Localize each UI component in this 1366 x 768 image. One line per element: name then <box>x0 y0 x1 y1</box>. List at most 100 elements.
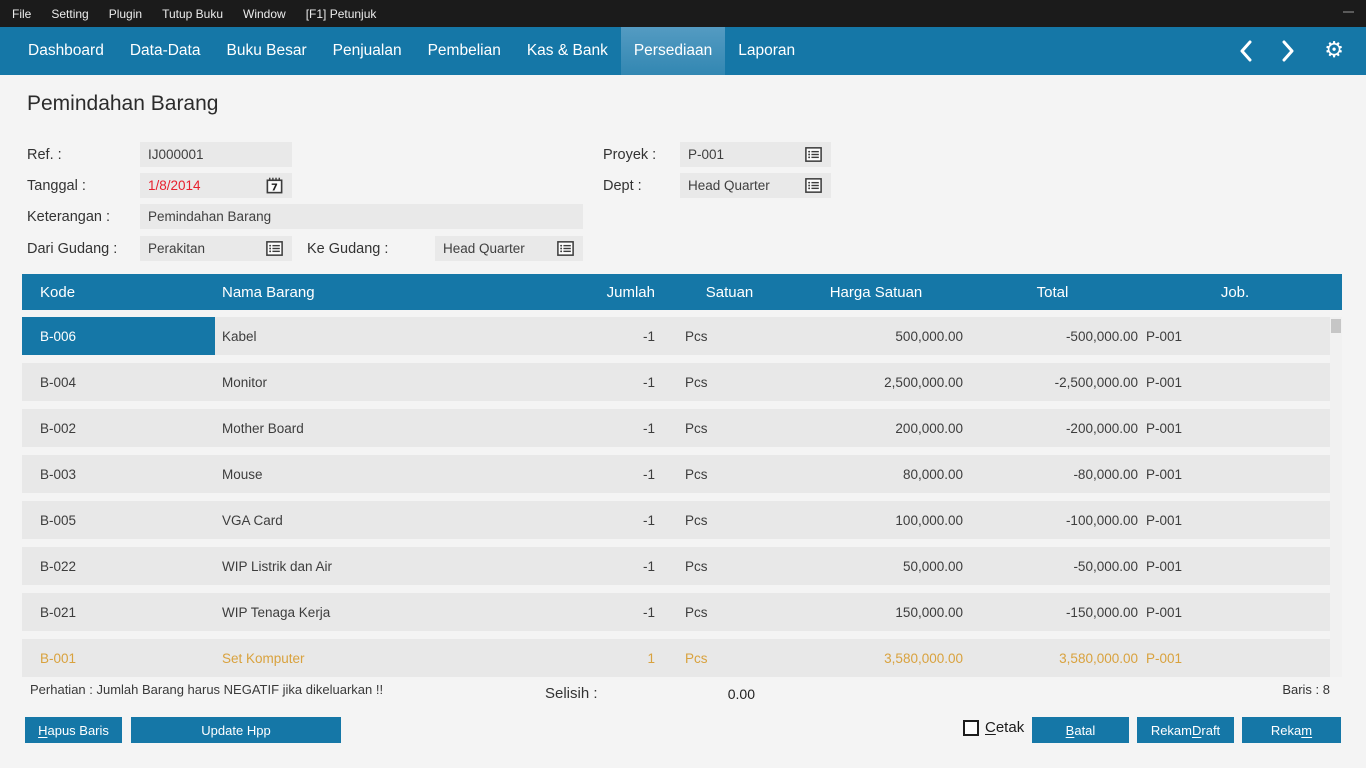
menu-item[interactable]: Window <box>233 7 296 21</box>
dept-input[interactable]: Head Quarter <box>680 173 831 198</box>
cell-total[interactable]: -100,000.00 <box>965 501 1140 539</box>
tanggal-input[interactable]: 1/8/2014 7 <box>140 173 292 198</box>
update-hpp-button[interactable]: Update Hpp <box>131 717 341 743</box>
cell-kode[interactable]: B-002 <box>22 409 215 447</box>
cell-harga-satuan[interactable]: 150,000.00 <box>787 593 965 631</box>
cell-kode[interactable]: B-021 <box>22 593 215 631</box>
cell-jumlah[interactable]: 1 <box>522 639 672 677</box>
batal-button[interactable]: Batal <box>1032 717 1129 743</box>
cell-jumlah[interactable]: -1 <box>522 363 672 401</box>
menu-item[interactable]: Plugin <box>99 7 152 21</box>
gear-icon[interactable]: ⚙ <box>1324 40 1344 62</box>
cell-job[interactable]: P-001 <box>1140 547 1330 585</box>
menu-item[interactable]: [F1] Petunjuk <box>296 7 387 21</box>
list-icon[interactable] <box>804 176 823 195</box>
menu-item[interactable]: File <box>2 7 41 21</box>
cell-satuan[interactable]: Pcs <box>672 593 787 631</box>
cell-harga-satuan[interactable]: 500,000.00 <box>787 317 965 355</box>
table-row[interactable]: B-002 Mother Board -1 Pcs 200,000.00 -20… <box>22 409 1330 447</box>
cell-satuan[interactable]: Pcs <box>672 455 787 493</box>
col-header-total[interactable]: Total <box>965 274 1140 310</box>
cell-harga-satuan[interactable]: 80,000.00 <box>787 455 965 493</box>
nav-tab[interactable]: Penjualan <box>320 27 415 75</box>
cetak-label[interactable]: Cetak <box>985 719 1024 736</box>
cell-harga-satuan[interactable]: 2,500,000.00 <box>787 363 965 401</box>
cell-total[interactable]: -500,000.00 <box>965 317 1140 355</box>
col-header-job[interactable]: Job. <box>1140 274 1330 310</box>
list-icon[interactable] <box>556 239 575 258</box>
scrollbar-thumb[interactable] <box>1331 319 1341 333</box>
cell-jumlah[interactable]: -1 <box>522 455 672 493</box>
cell-jumlah[interactable]: -1 <box>522 409 672 447</box>
cell-nama-barang[interactable]: Set Komputer <box>215 639 522 677</box>
list-icon[interactable] <box>804 145 823 164</box>
cell-total[interactable]: -200,000.00 <box>965 409 1140 447</box>
cell-kode[interactable]: B-005 <box>22 501 215 539</box>
cetak-checkbox[interactable] <box>963 720 979 736</box>
cell-nama-barang[interactable]: WIP Listrik dan Air <box>215 547 522 585</box>
cell-job[interactable]: P-001 <box>1140 455 1330 493</box>
nav-tab[interactable]: Pembelian <box>415 27 514 75</box>
col-header-kode[interactable]: Kode <box>22 274 215 310</box>
cell-nama-barang[interactable]: Monitor <box>215 363 522 401</box>
cell-total[interactable]: -150,000.00 <box>965 593 1140 631</box>
cell-job[interactable]: P-001 <box>1140 501 1330 539</box>
cell-jumlah[interactable]: -1 <box>522 501 672 539</box>
cell-job[interactable]: P-001 <box>1140 593 1330 631</box>
table-row[interactable]: B-006 Kabel -1 Pcs 500,000.00 -500,000.0… <box>22 317 1330 355</box>
cell-total[interactable]: -2,500,000.00 <box>965 363 1140 401</box>
cell-kode[interactable]: B-022 <box>22 547 215 585</box>
cell-jumlah[interactable]: -1 <box>522 593 672 631</box>
cell-kode[interactable]: B-001 <box>22 639 215 677</box>
hapus-baris-button[interactable]: Hapus Baris <box>25 717 122 743</box>
rekam-button[interactable]: Rekam <box>1242 717 1341 743</box>
col-header-satuan[interactable]: Satuan <box>672 274 787 310</box>
cell-satuan[interactable]: Pcs <box>672 501 787 539</box>
nav-tab[interactable]: Laporan <box>725 27 808 75</box>
cell-nama-barang[interactable]: Mother Board <box>215 409 522 447</box>
table-row[interactable]: B-021 WIP Tenaga Kerja -1 Pcs 150,000.00… <box>22 593 1330 631</box>
chevron-right-icon[interactable] <box>1281 40 1296 62</box>
cell-harga-satuan[interactable]: 50,000.00 <box>787 547 965 585</box>
menu-item[interactable]: Setting <box>41 7 98 21</box>
cell-jumlah[interactable]: -1 <box>522 317 672 355</box>
cell-nama-barang[interactable]: WIP Tenaga Kerja <box>215 593 522 631</box>
proyek-input[interactable]: P-001 <box>680 142 831 167</box>
chevron-left-icon[interactable] <box>1238 40 1253 62</box>
nav-tab[interactable]: Buku Besar <box>213 27 319 75</box>
cell-total[interactable]: -50,000.00 <box>965 547 1140 585</box>
ke-gudang-input[interactable]: Head Quarter <box>435 236 583 261</box>
col-header-jumlah[interactable]: Jumlah <box>522 274 672 310</box>
nav-tab[interactable]: Dashboard <box>15 27 117 75</box>
table-row[interactable]: B-005 VGA Card -1 Pcs 100,000.00 -100,00… <box>22 501 1330 539</box>
nav-tab[interactable]: Data-Data <box>117 27 214 75</box>
calendar-icon[interactable]: 7 <box>265 176 284 195</box>
col-header-harga-satuan[interactable]: Harga Satuan <box>787 274 965 310</box>
cell-harga-satuan[interactable]: 100,000.00 <box>787 501 965 539</box>
cell-kode[interactable]: B-006 <box>22 317 215 355</box>
cell-nama-barang[interactable]: Mouse <box>215 455 522 493</box>
table-row[interactable]: B-001 Set Komputer 1 Pcs 3,580,000.00 3,… <box>22 639 1330 677</box>
rekam-draft-button[interactable]: Rekam Draft <box>1137 717 1234 743</box>
cell-satuan[interactable]: Pcs <box>672 363 787 401</box>
cell-nama-barang[interactable]: Kabel <box>215 317 522 355</box>
cell-total[interactable]: 3,580,000.00 <box>965 639 1140 677</box>
menu-item[interactable]: Tutup Buku <box>152 7 233 21</box>
table-row[interactable]: B-003 Mouse -1 Pcs 80,000.00 -80,000.00 … <box>22 455 1330 493</box>
cell-satuan[interactable]: Pcs <box>672 317 787 355</box>
cell-job[interactable]: P-001 <box>1140 639 1330 677</box>
cell-harga-satuan[interactable]: 200,000.00 <box>787 409 965 447</box>
keterangan-input[interactable]: Pemindahan Barang <box>140 204 583 229</box>
ref-input[interactable]: IJ000001 <box>140 142 292 167</box>
cell-jumlah[interactable]: -1 <box>522 547 672 585</box>
col-header-nama-barang[interactable]: Nama Barang <box>215 274 522 310</box>
table-row[interactable]: B-004 Monitor -1 Pcs 2,500,000.00 -2,500… <box>22 363 1330 401</box>
table-scrollbar[interactable] <box>1330 317 1342 677</box>
cell-satuan[interactable]: Pcs <box>672 547 787 585</box>
cell-job[interactable]: P-001 <box>1140 409 1330 447</box>
list-icon[interactable] <box>265 239 284 258</box>
cell-satuan[interactable]: Pcs <box>672 639 787 677</box>
minimize-icon[interactable] <box>1343 11 1354 13</box>
cell-total[interactable]: -80,000.00 <box>965 455 1140 493</box>
table-row[interactable]: B-022 WIP Listrik dan Air -1 Pcs 50,000.… <box>22 547 1330 585</box>
